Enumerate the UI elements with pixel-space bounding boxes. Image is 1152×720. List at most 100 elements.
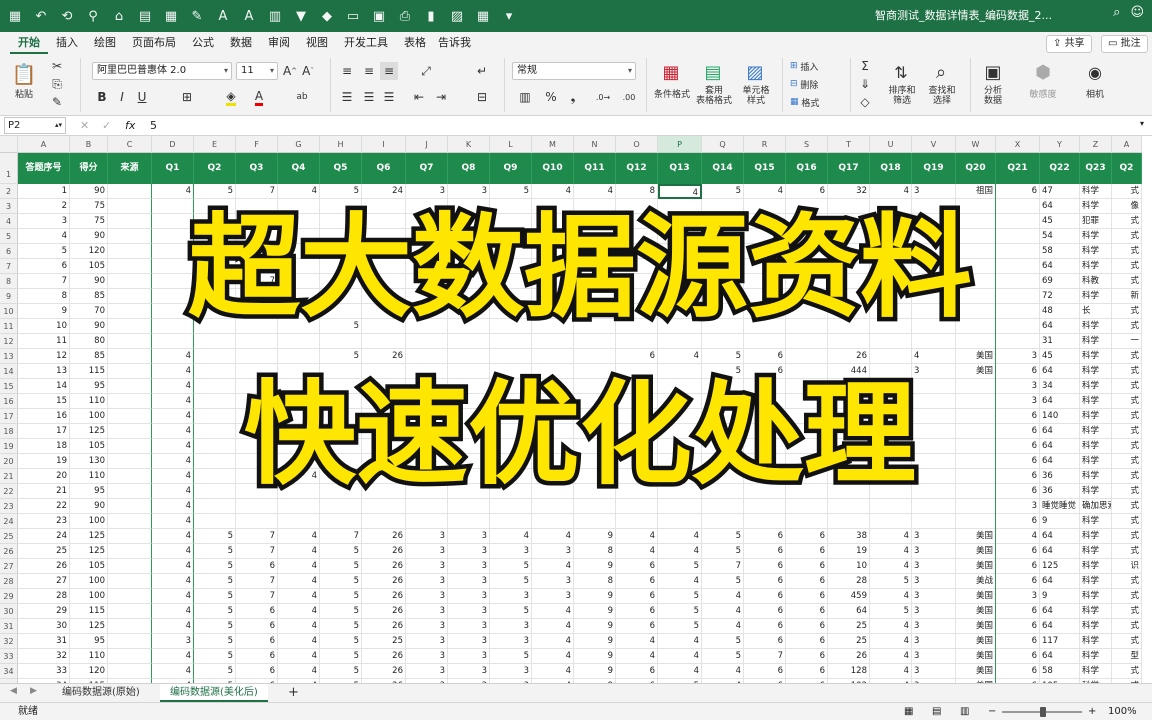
fill-icon[interactable]: ⇓ [856,76,874,92]
table-cell[interactable] [108,514,152,529]
row-header[interactable]: 31 [0,619,18,634]
table-cell[interactable]: 式 [1112,454,1142,469]
table-cell[interactable]: 3 [996,349,1040,364]
table-cell[interactable] [448,409,490,424]
table-cell[interactable]: 6 [744,589,786,604]
table-cell[interactable] [152,334,194,349]
table-cell[interactable] [108,589,152,604]
table-cell[interactable] [574,499,616,514]
table-cell[interactable] [490,364,532,379]
table-cell[interactable] [912,424,956,439]
conditional-format-button[interactable]: 条件格式 [650,90,694,100]
table-cell[interactable]: 31 [18,634,70,649]
table-cell[interactable]: 16 [18,409,70,424]
table-cell[interactable] [320,499,362,514]
table-cell[interactable]: 6 [786,544,828,559]
table-cell[interactable]: 4 [658,184,702,199]
table-cell[interactable] [532,199,574,214]
header-cell[interactable]: Q23 [1080,153,1112,184]
table-cell[interactable]: 5 [194,634,236,649]
table-cell[interactable] [448,214,490,229]
table-cell[interactable] [108,574,152,589]
table-cell[interactable]: 6 [744,619,786,634]
table-cell[interactable]: 5 [490,574,532,589]
table-cell[interactable] [490,454,532,469]
row-header[interactable]: 24 [0,514,18,529]
table-cell[interactable]: 3 [912,574,956,589]
table-cell[interactable] [236,439,278,454]
table-cell[interactable]: 9 [574,649,616,664]
table-cell[interactable]: 85 [70,289,108,304]
table-cell[interactable] [448,349,490,364]
table-cell[interactable] [236,394,278,409]
table-cell[interactable] [278,214,320,229]
header-cell[interactable]: Q8 [448,153,490,184]
table-cell[interactable] [406,274,448,289]
table-cell[interactable] [490,439,532,454]
table-cell[interactable]: 7 [320,529,362,544]
table-cell[interactable] [996,214,1040,229]
table-cell[interactable] [702,229,744,244]
table-cell[interactable] [574,409,616,424]
table-cell[interactable] [532,229,574,244]
table-cell[interactable] [108,619,152,634]
table-cell[interactable]: 5 [490,184,532,199]
table-cell[interactable]: 科学 [1080,469,1112,484]
table-cell[interactable]: 8 [616,184,658,199]
column-header[interactable]: W [956,136,996,153]
table-cell[interactable]: 式 [1112,469,1142,484]
table-cell[interactable] [574,349,616,364]
table-cell[interactable] [406,484,448,499]
table-cell[interactable] [912,229,956,244]
table-cell[interactable]: 4 [152,349,194,364]
table-cell[interactable]: 长 [1080,304,1112,319]
column-header[interactable]: B [70,136,108,153]
table-cell[interactable] [194,439,236,454]
row-header[interactable]: 10 [0,304,18,319]
table-cell[interactable] [108,184,152,199]
table-cell[interactable] [786,349,828,364]
header-cell[interactable]: Q4 [278,153,320,184]
table-cell[interactable]: 3 [996,394,1040,409]
table-format-icon[interactable]: ▤ [698,60,728,84]
table-cell[interactable] [828,499,870,514]
table-cell[interactable]: 4 [278,529,320,544]
table-cell[interactable] [744,274,786,289]
table-cell[interactable]: 9 [574,604,616,619]
table-cell[interactable]: 26 [362,574,406,589]
table-cell[interactable] [786,439,828,454]
table-cell[interactable] [574,394,616,409]
row-header[interactable]: 12 [0,334,18,349]
table-cell[interactable] [278,229,320,244]
comma-icon[interactable]: ❟ [564,88,582,106]
layout-icon[interactable]: ▦ [472,5,494,27]
table-cell[interactable] [532,274,574,289]
table-cell[interactable] [574,484,616,499]
table-cell[interactable]: 128 [828,664,870,679]
table-cell[interactable]: 科学 [1080,184,1112,199]
table-cell[interactable] [320,364,362,379]
row-header[interactable]: 9 [0,289,18,304]
table-cell[interactable] [278,364,320,379]
table-cell[interactable]: 5 [490,559,532,574]
table-cell[interactable]: 科学 [1080,259,1112,274]
percent-icon[interactable]: % [542,88,560,106]
table-cell[interactable] [912,379,956,394]
table-cell[interactable] [956,454,996,469]
table-cell[interactable]: 100 [70,409,108,424]
zoom-slider-handle[interactable] [1040,707,1046,717]
table-cell[interactable]: 5 [320,664,362,679]
table-cell[interactable] [786,334,828,349]
table-cell[interactable] [490,484,532,499]
table-cell[interactable] [574,364,616,379]
table-cell[interactable] [744,379,786,394]
table-cell[interactable] [912,409,956,424]
save-icon[interactable]: ▣ [368,5,390,27]
table-cell[interactable] [744,409,786,424]
table-cell[interactable]: 6 [236,649,278,664]
table-cell[interactable]: 3 [490,589,532,604]
page-break-icon[interactable]: ▥ [960,703,969,720]
table-cell[interactable]: 5 [870,574,912,589]
table-cell[interactable] [956,199,996,214]
table-cell[interactable]: 6 [786,529,828,544]
